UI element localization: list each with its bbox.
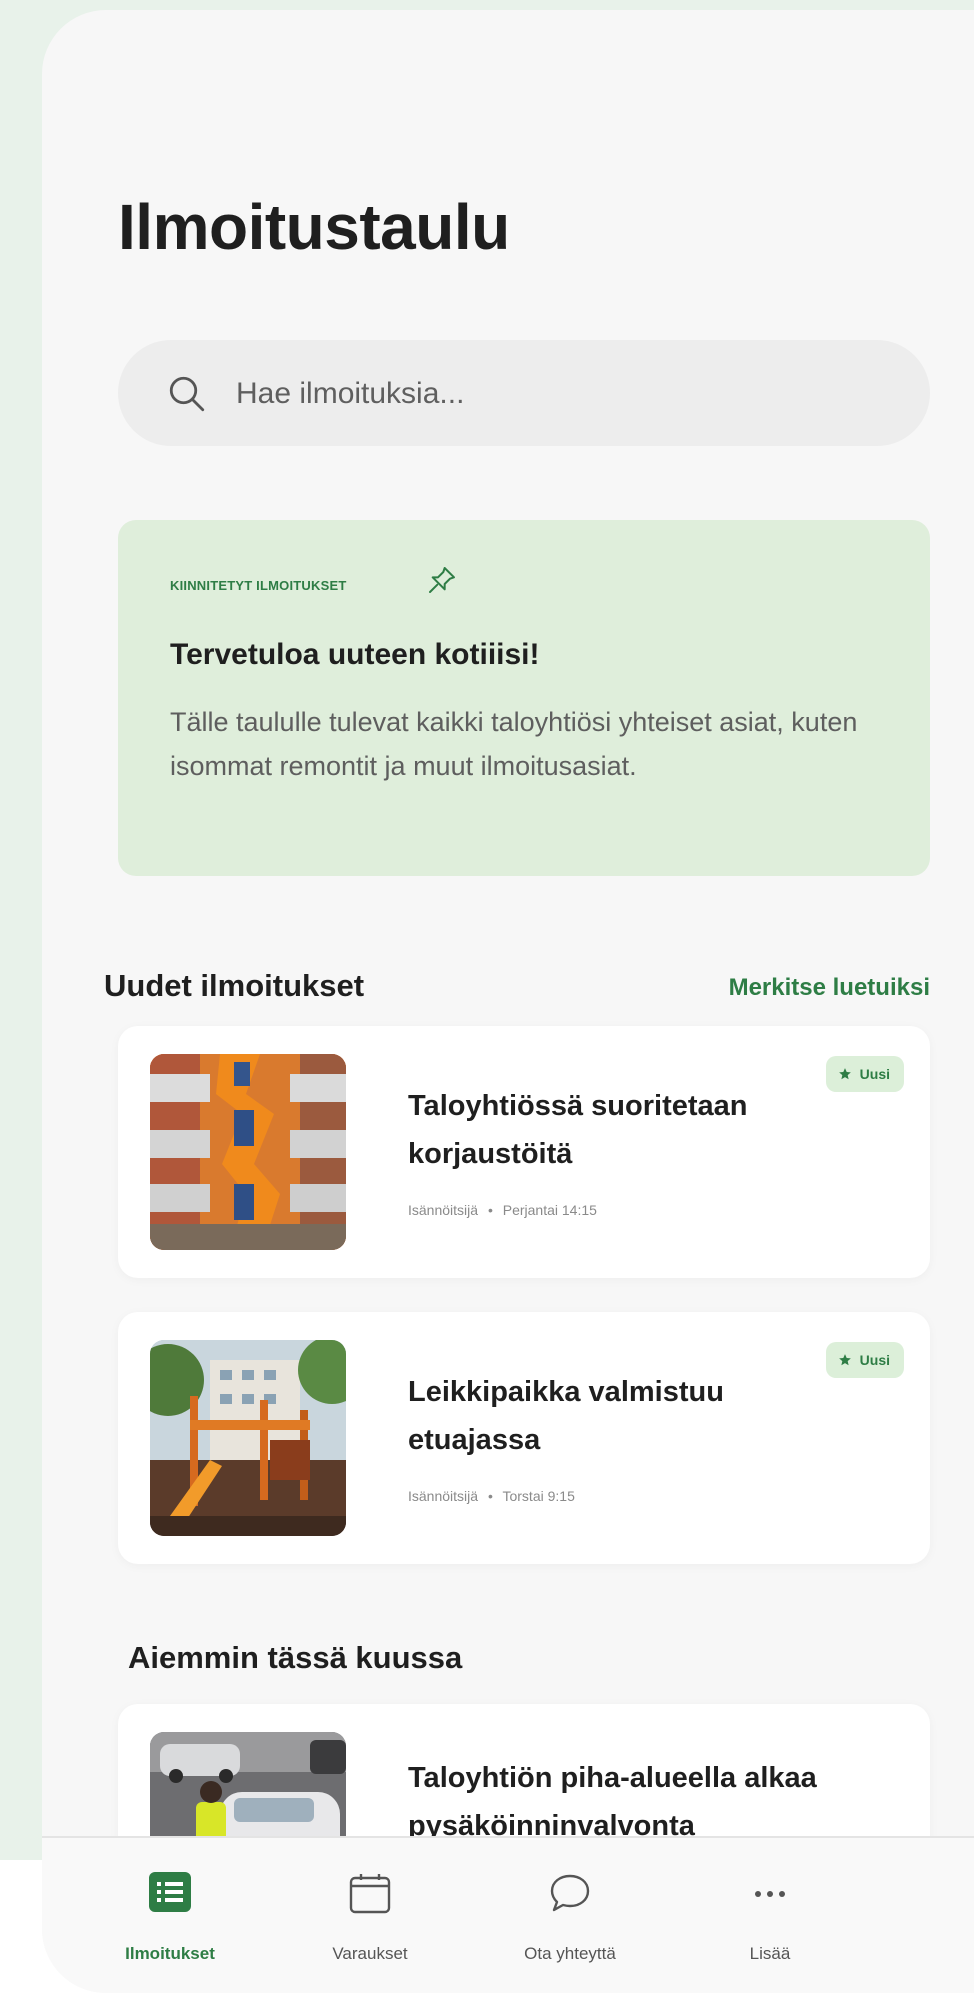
nav-label: Varaukset [332, 1944, 408, 1963]
new-badge: Uusi [825, 1056, 904, 1092]
new-announcements-heading: Uudet ilmoitukset [104, 968, 365, 1003]
calendar-icon [349, 1874, 391, 1914]
earlier-announcements-heading: Aiemmin tässä kuussa [128, 1640, 463, 1675]
search-bar[interactable] [118, 340, 930, 448]
announcement-card[interactable]: Uusi Taloyhtiössä suoritetaan korjaustöi… [118, 1026, 930, 1278]
nav-item-varaukset[interactable]: Varaukset [270, 1838, 470, 1988]
nav-label: Lisää [749, 1944, 791, 1963]
pin-icon [429, 567, 455, 593]
pinned-announcement-card[interactable]: KIINNITETYT ILMOITUKSET Tervetuloa uutee… [118, 520, 930, 876]
nav-item-ilmoitukset[interactable]: Ilmoitukset [70, 1838, 270, 1988]
mark-as-read-link[interactable]: Merkitse luetuiksi [729, 974, 930, 1002]
nav-item-ota-yhteytta[interactable]: Ota yhteyttä [470, 1838, 670, 1988]
announcement-author: Isännöitsijä [408, 1488, 479, 1504]
meta-separator: • [487, 1488, 493, 1504]
star-icon [838, 1068, 851, 1080]
chat-icon [550, 1874, 590, 1912]
bottom-navigation: Ilmoitukset Varaukset Ota yhteyttä Lisää [42, 1836, 974, 1993]
meta-separator: • [487, 1202, 493, 1218]
page-title: Ilmoitustaulu [118, 191, 510, 263]
announcement-card[interactable]: Uusi Leikkipaikka valmistuu etuajassa Is… [118, 1312, 930, 1564]
nav-label: Ota yhteyttä [524, 1944, 616, 1963]
search-icon [169, 376, 205, 412]
pinned-body: Tälle taululle tulevat kaikki taloyhtiös… [170, 707, 858, 781]
nav-label: Ilmoitukset [125, 1944, 215, 1963]
star-icon [838, 1354, 851, 1366]
announcement-time: Torstai 9:15 [502, 1488, 575, 1504]
announcement-time: Perjantai 14:15 [502, 1202, 597, 1218]
search-input[interactable] [234, 340, 898, 448]
announcement-thumbnail [150, 1340, 346, 1536]
pinned-section-label: KIINNITETYT ILMOITUKSET [170, 578, 347, 593]
new-badge: Uusi [825, 1342, 904, 1378]
announcement-thumbnail [150, 1054, 346, 1250]
announcement-meta: Isännöitsijä • Perjantai 14:15 [408, 1202, 597, 1218]
announcement-meta: Isännöitsijä • Torstai 9:15 [408, 1488, 575, 1504]
nav-item-lisaa[interactable]: Lisää [670, 1838, 870, 1988]
announcement-title: Leikkipaikka valmistuu etuajassa [408, 1376, 724, 1456]
announcement-title: Taloyhtiössä suoritetaan korjaustöitä [408, 1090, 748, 1170]
more-icon [755, 1891, 785, 1897]
phone-screen: Ilmoitustaulu KIINNITETYT ILMOITUKSET Te… [42, 10, 974, 1993]
badge-label: Uusi [859, 1066, 890, 1082]
list-icon [149, 1872, 191, 1912]
badge-label: Uusi [859, 1352, 890, 1368]
pinned-title: Tervetuloa uuteen kotiiisi! [170, 638, 540, 671]
announcement-author: Isännöitsijä [408, 1202, 479, 1218]
